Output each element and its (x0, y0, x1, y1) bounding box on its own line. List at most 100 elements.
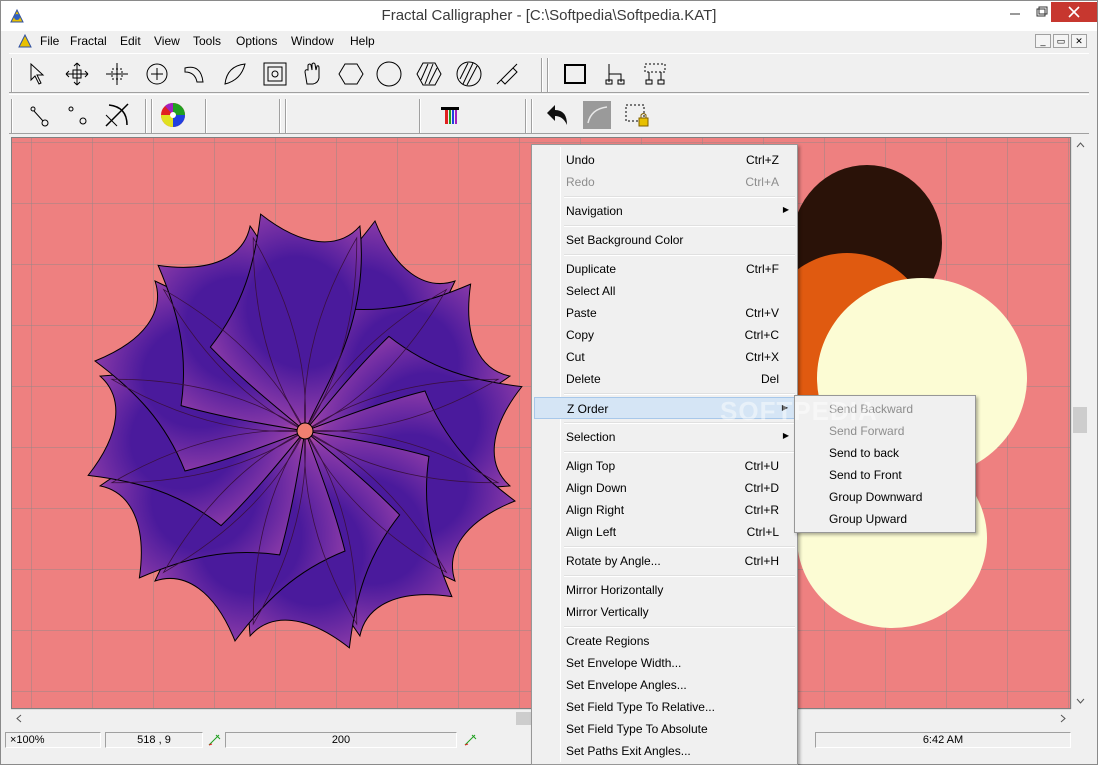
mdi-minimize-button[interactable]: _ (1035, 34, 1051, 48)
menu-paths-exit[interactable]: Set Paths Exit Angles... (534, 740, 797, 762)
curve-tool-icon[interactable] (181, 60, 209, 88)
hand-tool-icon[interactable] (299, 60, 327, 88)
vertical-scrollbar[interactable] (1071, 137, 1088, 709)
title-bar: Fractal Calligrapher - [C:\Softpedia\Sof… (1, 1, 1097, 31)
scale-tool-icon[interactable] (103, 60, 131, 88)
node-link-icon[interactable] (25, 101, 53, 129)
align-down-shortcut: Ctrl+D (744, 481, 779, 495)
menu-options[interactable]: Options (236, 34, 277, 48)
toolbar-separator (531, 99, 533, 133)
menu-align-down[interactable]: Align Down Ctrl+D (534, 477, 797, 499)
tree-tool-icon[interactable] (601, 60, 629, 88)
submenu-arrow-icon: ▶ (782, 205, 789, 214)
arc-tool-button[interactable] (583, 101, 611, 129)
pen-icon-2 (464, 734, 477, 746)
toolbar-separator (145, 99, 147, 133)
menu-navigation[interactable]: Navigation ▶ (534, 200, 797, 222)
pointer-tool-icon[interactable] (25, 60, 53, 88)
hatch-polygon-icon[interactable] (415, 60, 443, 88)
bow-tool-icon[interactable] (103, 101, 131, 129)
undo-arrow-icon[interactable] (543, 101, 571, 129)
toolbar-separator (205, 99, 207, 133)
mirror-v-label: Mirror Vertically (566, 605, 649, 619)
menu-fractal[interactable]: Fractal (70, 34, 107, 48)
toolbar-separator (279, 99, 281, 133)
duplicate-label: Duplicate (566, 262, 617, 276)
menu-selection[interactable]: Selection ▶ (534, 426, 797, 448)
mdi-close-button[interactable]: ✕ (1071, 34, 1087, 48)
node-dots-icon[interactable] (63, 101, 91, 129)
submenu-send-to-front[interactable]: Send to Front (797, 464, 975, 486)
submenu-group-upward[interactable]: Group Upward (797, 508, 975, 530)
syringe-tool-icon[interactable] (493, 60, 521, 88)
menu-align-right[interactable]: Align Right Ctrl+R (534, 499, 797, 521)
menu-redo[interactable]: Redo Ctrl+A (534, 171, 797, 193)
undo-label: Undo (566, 153, 595, 167)
add-node-icon[interactable] (143, 60, 171, 88)
submenu-send-to-back[interactable]: Send to back (797, 442, 975, 464)
rotate-label: Rotate by Angle... (566, 554, 661, 568)
leaf-tool-icon[interactable] (221, 60, 249, 88)
align-right-label: Align Right (566, 503, 625, 517)
menu-delete[interactable]: Delete Del (534, 368, 797, 390)
menu-field-absolute[interactable]: Set Field Type To Absolute (534, 718, 797, 740)
navigation-label: Navigation (566, 204, 623, 218)
menu-mirror-v[interactable]: Mirror Vertically (534, 601, 797, 623)
menu-separator (564, 393, 795, 395)
menu-field-relative[interactable]: Set Field Type To Relative... (534, 696, 797, 718)
menu-set-background[interactable]: Set Background Color (534, 229, 797, 251)
doc-icon[interactable] (17, 33, 33, 49)
frame-tool-icon[interactable] (561, 60, 589, 88)
toolbar-bottom (9, 94, 1089, 134)
align-top-shortcut: Ctrl+U (744, 459, 779, 473)
hatch-circle-icon[interactable] (455, 60, 483, 88)
mirror-h-label: Mirror Horizontally (566, 583, 664, 597)
minimize-button[interactable] (1001, 2, 1029, 22)
menu-view[interactable]: View (154, 34, 180, 48)
menu-paste[interactable]: Paste Ctrl+V (534, 302, 797, 324)
menu-separator (564, 626, 795, 628)
submenu-group-downward[interactable]: Group Downward (797, 486, 975, 508)
menu-align-left[interactable]: Align Left Ctrl+L (534, 521, 797, 543)
menu-separator (564, 575, 795, 577)
hexagon-tool-icon[interactable] (337, 60, 365, 88)
toolbar-grip (11, 99, 13, 133)
menu-create-regions[interactable]: Create Regions (534, 630, 797, 652)
lock-selection-icon[interactable] (623, 101, 651, 129)
menu-cut[interactable]: Cut Ctrl+X (534, 346, 797, 368)
circle-tool-icon[interactable] (375, 60, 403, 88)
spiral-tool-icon[interactable] (261, 60, 289, 88)
menu-rotate[interactable]: Rotate by Angle... Ctrl+H (534, 550, 797, 572)
move-tool-icon[interactable] (63, 60, 91, 88)
align-left-label: Align Left (566, 525, 617, 539)
menu-tools[interactable]: Tools (193, 34, 221, 48)
menu-help[interactable]: Help (350, 34, 375, 48)
close-button[interactable] (1051, 2, 1097, 22)
menu-file[interactable]: File (40, 34, 59, 48)
paste-label: Paste (566, 306, 597, 320)
send-to-back-label: Send to back (829, 446, 900, 460)
menu-edit[interactable]: Edit (120, 34, 141, 48)
field-rel-label: Set Field Type To Relative... (566, 700, 715, 714)
menu-envelope-width[interactable]: Set Envelope Width... (534, 652, 797, 674)
menu-duplicate[interactable]: Duplicate Ctrl+F (534, 258, 797, 280)
menu-align-top[interactable]: Align Top Ctrl+U (534, 455, 797, 477)
menu-copy[interactable]: Copy Ctrl+C (534, 324, 797, 346)
menu-window[interactable]: Window (291, 34, 334, 48)
select-all-label: Select All (566, 284, 616, 298)
text-color-icon[interactable] (437, 101, 465, 129)
color-wheel-icon[interactable] (159, 101, 187, 129)
align-right-shortcut: Ctrl+R (744, 503, 779, 517)
cut-shortcut: Ctrl+X (745, 350, 779, 364)
menu-mirror-h[interactable]: Mirror Horizontally (534, 579, 797, 601)
cut-label: Cut (566, 350, 585, 364)
dotted-tree-icon[interactable] (641, 60, 669, 88)
menu-select-all[interactable]: Select All (534, 280, 797, 302)
env-angles-label: Set Envelope Angles... (566, 678, 687, 692)
paste-shortcut: Ctrl+V (745, 306, 779, 320)
menu-envelope-angles[interactable]: Set Envelope Angles... (534, 674, 797, 696)
menu-undo[interactable]: Undo Ctrl+Z (534, 149, 797, 171)
duplicate-shortcut: Ctrl+F (746, 262, 779, 276)
mdi-restore-button[interactable]: ▭ (1053, 34, 1069, 48)
group-downward-label: Group Downward (829, 490, 923, 504)
